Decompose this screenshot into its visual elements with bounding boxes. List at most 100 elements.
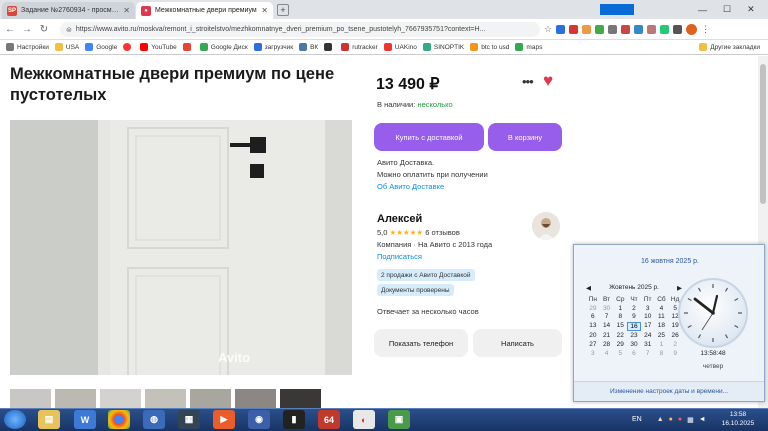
bookmark-sinoptik[interactable]: SINOPTIK (422, 43, 464, 51)
thumbnail[interactable] (280, 389, 321, 408)
prev-month-icon[interactable]: ◀ (586, 284, 591, 292)
calendar-day[interactable]: 3 (641, 305, 655, 312)
calendar-day[interactable]: 29 (613, 341, 627, 348)
thumbnail[interactable] (100, 389, 141, 408)
thumbnail[interactable] (10, 389, 51, 408)
minimize-icon[interactable]: — (698, 5, 707, 15)
close-icon[interactable]: ✕ (120, 6, 130, 15)
language-indicator[interactable]: EN (632, 416, 642, 423)
bookmark-google[interactable]: Google (85, 43, 117, 51)
chevron-up-icon[interactable]: ▲ (657, 416, 664, 423)
bookmark-youtube[interactable]: YouTube (140, 43, 177, 51)
calendar-day[interactable]: 10 (641, 313, 655, 320)
calendar-day[interactable]: 8 (655, 350, 669, 357)
seller-avatar[interactable] (532, 212, 560, 240)
subscribe-link[interactable]: Подписаться (377, 252, 422, 261)
reload-icon[interactable]: ↻ (37, 24, 51, 35)
menu-icon[interactable]: ⋮ (701, 24, 710, 35)
calendar-date-header[interactable]: 16 жовтня 2025 р. (574, 258, 766, 265)
bookmark-rutracker[interactable]: rutracker (341, 43, 378, 51)
date-time-settings-link[interactable]: Изменение настроек даты и времени... (574, 381, 764, 401)
forward-icon[interactable]: → (20, 24, 34, 35)
steam-icon[interactable]: ◉ (248, 410, 270, 429)
flag-icon[interactable] (569, 25, 579, 34)
app-icon[interactable]: ▮ (283, 410, 305, 429)
close-window-icon[interactable]: ✕ (747, 4, 755, 15)
listing-photo[interactable]: Avito (10, 120, 352, 375)
taskbar-clock[interactable]: 13:58 16.10.2025 (716, 410, 760, 428)
calendar-day[interactable]: 27 (586, 341, 600, 348)
maximize-icon[interactable]: ☐ (723, 4, 731, 15)
calendar-day[interactable]: 20 (586, 332, 600, 339)
calendar-day[interactable]: 4 (655, 305, 669, 312)
more-options-icon[interactable]: ••• (522, 74, 534, 89)
extension-icon[interactable] (608, 25, 618, 34)
bookmark-maps[interactable]: maps (515, 43, 542, 51)
network-icon[interactable]: ▦ (687, 416, 694, 424)
calendar-day[interactable]: 14 (600, 322, 614, 331)
profile-avatar[interactable] (686, 24, 698, 35)
calendar-day[interactable]: 30 (600, 305, 614, 312)
extension-icon[interactable] (621, 25, 631, 34)
calendar-day[interactable]: 11 (655, 313, 669, 320)
app-icon[interactable]: ▣ (388, 410, 410, 429)
calendar-day[interactable]: 28 (600, 341, 614, 348)
calendar-day[interactable]: 7 (600, 313, 614, 320)
calendar-day[interactable]: 16 (627, 321, 641, 331)
bookmark-btc[interactable]: btc to usd (470, 43, 509, 51)
file-explorer-icon[interactable]: ▤ (38, 410, 60, 429)
thumbnail[interactable] (235, 389, 276, 408)
tab-task[interactable]: SP Задание №2760934 - просмотр з ✕ (2, 2, 135, 19)
app-icon[interactable]: ▦ (178, 410, 200, 429)
bookmark-downloader[interactable]: загрузчик (253, 43, 293, 51)
calendar-day[interactable]: 18 (655, 322, 669, 331)
star-icon[interactable]: ☆ (544, 24, 552, 35)
calendar-day[interactable]: 6 (586, 313, 600, 320)
favorite-heart-icon[interactable]: ♥ (543, 71, 553, 91)
thumbnail[interactable] (145, 389, 186, 408)
calendar-day[interactable]: 3 (586, 350, 600, 357)
extension-icon[interactable] (595, 25, 605, 34)
calendar-day[interactable]: 6 (627, 350, 641, 357)
calendar-day[interactable]: 31 (641, 341, 655, 348)
calendar-day[interactable]: 30 (627, 341, 641, 348)
volume-icon[interactable]: ◄ (699, 416, 706, 423)
app-icon[interactable]: ◐ (353, 410, 375, 429)
calendar-day[interactable]: 4 (600, 350, 614, 357)
calendar-day[interactable]: 13 (586, 322, 600, 331)
extension-icon[interactable] (582, 25, 592, 34)
back-icon[interactable]: ← (3, 24, 17, 35)
seller-name[interactable]: Алексей (377, 213, 422, 225)
bookmark-settings[interactable]: Настройки (6, 43, 49, 51)
bookmark-uakino[interactable]: UAKino (383, 43, 417, 51)
bookmark-extra[interactable] (324, 43, 335, 51)
calendar-day[interactable]: 5 (613, 350, 627, 357)
calendar-day[interactable]: 7 (641, 350, 655, 357)
delivery-link[interactable]: Об Авито Доставке (377, 182, 444, 191)
media-player-icon[interactable]: ▶ (213, 410, 235, 429)
tab-avito[interactable]: ● Межкомнатные двери премиум ✕ (136, 2, 273, 19)
write-message-button[interactable]: Написать (473, 329, 562, 357)
site-info-icon[interactable]: ⊜ (66, 26, 72, 34)
extension-icon[interactable] (556, 25, 566, 34)
puzzle-icon[interactable] (673, 25, 683, 34)
bookmark-usa[interactable]: USA (54, 43, 79, 51)
tray-app-icon[interactable]: ● (678, 416, 682, 423)
calendar-day[interactable]: 1 (655, 341, 669, 348)
calendar-day[interactable]: 1 (613, 305, 627, 312)
globe-app-icon[interactable]: ◍ (143, 410, 165, 429)
calendar-day[interactable]: 29 (586, 305, 600, 312)
address-bar[interactable]: ⊜ https://www.avito.ru/moskva/remont_i_s… (60, 22, 540, 37)
add-to-cart-button[interactable]: В корзину (488, 123, 562, 151)
extension-icon[interactable] (660, 25, 670, 34)
bookmark-yandex[interactable] (123, 43, 134, 51)
bookmark-other[interactable]: Другие закладки (699, 43, 760, 51)
app-w-icon[interactable]: W (74, 410, 96, 429)
scrollbar-thumb[interactable] (760, 64, 766, 204)
calendar-day[interactable]: 2 (627, 305, 641, 312)
tray-app-icon[interactable]: ● (669, 416, 673, 423)
show-phone-button[interactable]: Показать телефон (374, 329, 468, 357)
extension-icon[interactable] (634, 25, 644, 34)
bookmark-vk[interactable]: ВК (299, 43, 318, 51)
calendar-day[interactable]: 23 (627, 332, 641, 339)
